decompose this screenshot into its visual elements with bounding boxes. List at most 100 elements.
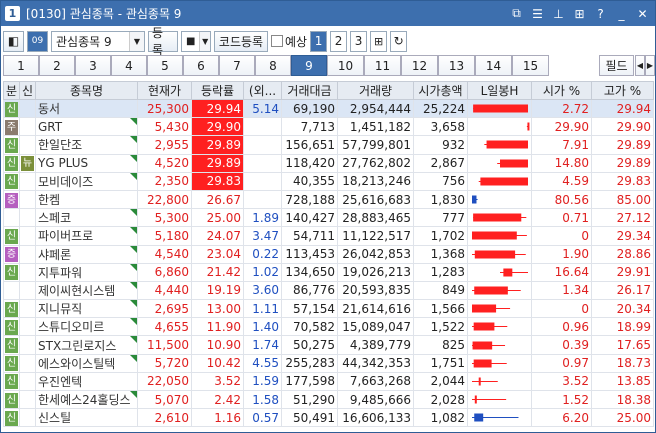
table-row[interactable]: 신 에스와이스틸텍 5,720 10.42 4.55 255,283 44,342,353 1… — [3, 353, 654, 373]
table-row[interactable]: 증 한켐 22,800 26.67 728,188 25,616,683 1,830 80.5… — [3, 189, 654, 210]
chevron-down-icon[interactable]: ▼ — [129, 31, 144, 51]
stock-name[interactable]: 한켐 — [35, 189, 138, 210]
tab-12[interactable]: 12 — [401, 55, 438, 76]
column-header[interactable]: 고가 % — [591, 81, 654, 100]
stock-name[interactable]: 샤페론 — [35, 244, 138, 264]
foreign-ratio: 1.74 — [243, 335, 282, 355]
view-mode-select[interactable]: ■ ▼ — [181, 30, 211, 52]
column-header[interactable]: 분 — [3, 81, 20, 100]
table-row[interactable]: 신 한일단조 2,955 29.89 156,651 57,799,801 932 7.91 2… — [3, 135, 654, 155]
tab-13[interactable]: 13 — [438, 55, 475, 76]
tab-9[interactable]: 9 — [291, 55, 327, 76]
stock-name[interactable]: YG PLUS — [35, 153, 138, 173]
current-price: 22,800 — [137, 189, 192, 210]
tab-2[interactable]: 2 — [39, 55, 75, 76]
group-select[interactable]: 관심종목 9 ▼ — [51, 30, 145, 52]
stock-name[interactable]: 제이씨현시스템 — [35, 280, 138, 301]
table-row[interactable]: 신 스튜디오미르 4,655 11.90 1.40 70,582 15,089,047 1,5… — [3, 317, 654, 337]
table-row[interactable]: 신 지투파워 6,860 21.42 1.02 134,650 19,026,213 1,28… — [3, 262, 654, 282]
tab-prev-button[interactable]: ◀ — [635, 55, 645, 76]
stock-name[interactable]: 파이버프로 — [35, 226, 138, 246]
stock-name[interactable]: 한세예스24홀딩스 — [35, 389, 138, 410]
stock-name[interactable]: 동서 — [35, 98, 138, 119]
minimize-icon[interactable]: _ — [613, 5, 630, 22]
group-type-button[interactable]: 09 — [27, 30, 48, 52]
column-header[interactable]: 시가총액 — [413, 81, 468, 100]
change-rate: 1.16 — [191, 408, 244, 428]
stock-name[interactable]: 우진엔텍 — [35, 371, 138, 392]
register-button[interactable]: 등록 — [148, 26, 178, 57]
stock-name[interactable]: 한일단조 — [35, 135, 138, 155]
column-header[interactable]: 거래량 — [337, 81, 414, 100]
tab-14[interactable]: 14 — [475, 55, 512, 76]
table-row[interactable]: 신 STX그린로지스 11,500 10.90 1.74 50,275 4,389,779 8… — [3, 335, 654, 355]
page-button-1[interactable]: 1 — [310, 30, 328, 52]
column-settings-button[interactable]: ⊞ — [370, 30, 388, 52]
forecast-checkbox[interactable]: 예상 — [271, 33, 307, 50]
page-button-3[interactable]: 3 — [350, 30, 368, 52]
stock-name[interactable]: STX그린로지스 — [35, 335, 138, 355]
column-header[interactable]: L일봉H — [467, 81, 532, 100]
column-header[interactable]: 거래대금 — [281, 81, 338, 100]
table-row[interactable]: 신 동서 25,300 29.94 5.14 69,190 2,954,444 25,224 2… — [3, 98, 654, 119]
tab-next-button[interactable]: ▶ — [645, 55, 655, 76]
title-bar[interactable]: 1 [0130] 관심종목 - 관심종목 9 ⧉ ☰ ⊥ ⊞ ? _ ✕ — [1, 1, 655, 26]
column-header[interactable]: (외... — [243, 81, 282, 100]
layout-toggle-button[interactable]: ◧ — [3, 30, 24, 52]
stock-name[interactable]: 스페코 — [35, 208, 138, 228]
table-row[interactable]: 신 신스틸 2,610 1.16 0.57 50,491 16,606,133 1,082 6.… — [3, 408, 654, 428]
stock-name[interactable]: 에스와이스틸텍 — [35, 353, 138, 373]
table-row[interactable]: 증 샤페론 4,540 23.04 0.22 113,453 26,042,853 1,368… — [3, 244, 654, 264]
column-header[interactable]: 종목명 — [35, 81, 138, 100]
open-rate: 29.90 — [531, 117, 592, 137]
table-row[interactable]: 스페코 5,300 25.00 1.89 140,427 28,883,465 777 0.7… — [3, 208, 654, 228]
stock-name[interactable]: 지투파워 — [35, 262, 138, 282]
column-header[interactable]: 시가 % — [531, 81, 592, 100]
column-header[interactable]: 신 — [19, 81, 36, 100]
table-row[interactable]: 신 모비데이즈 2,350 29.83 40,355 18,213,246 756 4.59 2… — [3, 171, 654, 191]
grid-icon[interactable]: ⊞ — [571, 5, 588, 22]
table-row[interactable]: 주 GRT 5,430 29.90 7,713 1,451,182 3,658 29.90 29… — [3, 117, 654, 137]
tab-6[interactable]: 6 — [183, 55, 219, 76]
tab-7[interactable]: 7 — [219, 55, 255, 76]
list-icon[interactable]: ☰ — [529, 5, 546, 22]
help-icon[interactable]: ? — [592, 5, 609, 22]
table-row[interactable]: 신 파이버프로 5,180 24.07 3.47 54,711 11,122,517 1,70… — [3, 226, 654, 246]
foreign-ratio: 1.89 — [243, 208, 282, 228]
table-row[interactable]: 신 뉴 YG PLUS 4,520 29.89 118,420 27,762,802 2,86… — [3, 153, 654, 173]
tab-4[interactable]: 4 — [111, 55, 147, 76]
candle-svg — [472, 286, 521, 295]
stock-name[interactable]: GRT — [35, 117, 138, 137]
table-row[interactable]: 제이씨현시스템 4,440 19.19 3.60 86,776 20,593,835 849… — [3, 280, 654, 301]
column-header[interactable]: 등락률 — [191, 81, 244, 100]
stock-name[interactable]: 모비데이즈 — [35, 171, 138, 191]
chevron-down-icon[interactable]: ▼ — [199, 31, 210, 51]
restore-icon[interactable]: ⧉ — [508, 5, 525, 22]
tab-10[interactable]: 10 — [327, 55, 364, 76]
stock-name[interactable]: 지니뮤직 — [35, 299, 138, 319]
stock-name[interactable]: 신스틸 — [35, 408, 138, 428]
code-register-button[interactable]: 코드등록 — [214, 30, 268, 52]
checkbox-box[interactable] — [271, 35, 283, 47]
candle-svg — [484, 140, 528, 149]
market-badge: 주 — [5, 119, 18, 135]
current-price: 5,720 — [137, 353, 192, 373]
page-button-2[interactable]: 2 — [330, 30, 348, 52]
high-rate: 29.89 — [591, 135, 654, 155]
field-button[interactable]: 필드 — [599, 55, 634, 76]
stock-name[interactable]: 스튜디오미르 — [35, 317, 138, 337]
tab-1[interactable]: 1 — [3, 55, 39, 76]
table-row[interactable]: 신 지니뮤직 2,695 13.00 1.11 57,154 21,614,616 1,566… — [3, 299, 654, 319]
column-header[interactable]: 현재가 — [137, 81, 192, 100]
tab-11[interactable]: 11 — [364, 55, 401, 76]
table-row[interactable]: 신 우진엔텍 22,050 3.52 1.59 177,598 7,663,268 2,044… — [3, 371, 654, 392]
pin-icon[interactable]: ⊥ — [550, 5, 567, 22]
tab-3[interactable]: 3 — [75, 55, 111, 76]
tab-8[interactable]: 8 — [255, 55, 291, 76]
refresh-button[interactable]: ↻ — [390, 30, 408, 52]
tab-15[interactable]: 15 — [512, 55, 549, 76]
tab-5[interactable]: 5 — [147, 55, 183, 76]
trade-volume: 27,762,802 — [337, 153, 414, 173]
table-row[interactable]: 신 한세예스24홀딩스 5,070 2.42 1.58 51,290 9,485,666 2,… — [3, 389, 654, 410]
close-icon[interactable]: ✕ — [634, 5, 651, 22]
